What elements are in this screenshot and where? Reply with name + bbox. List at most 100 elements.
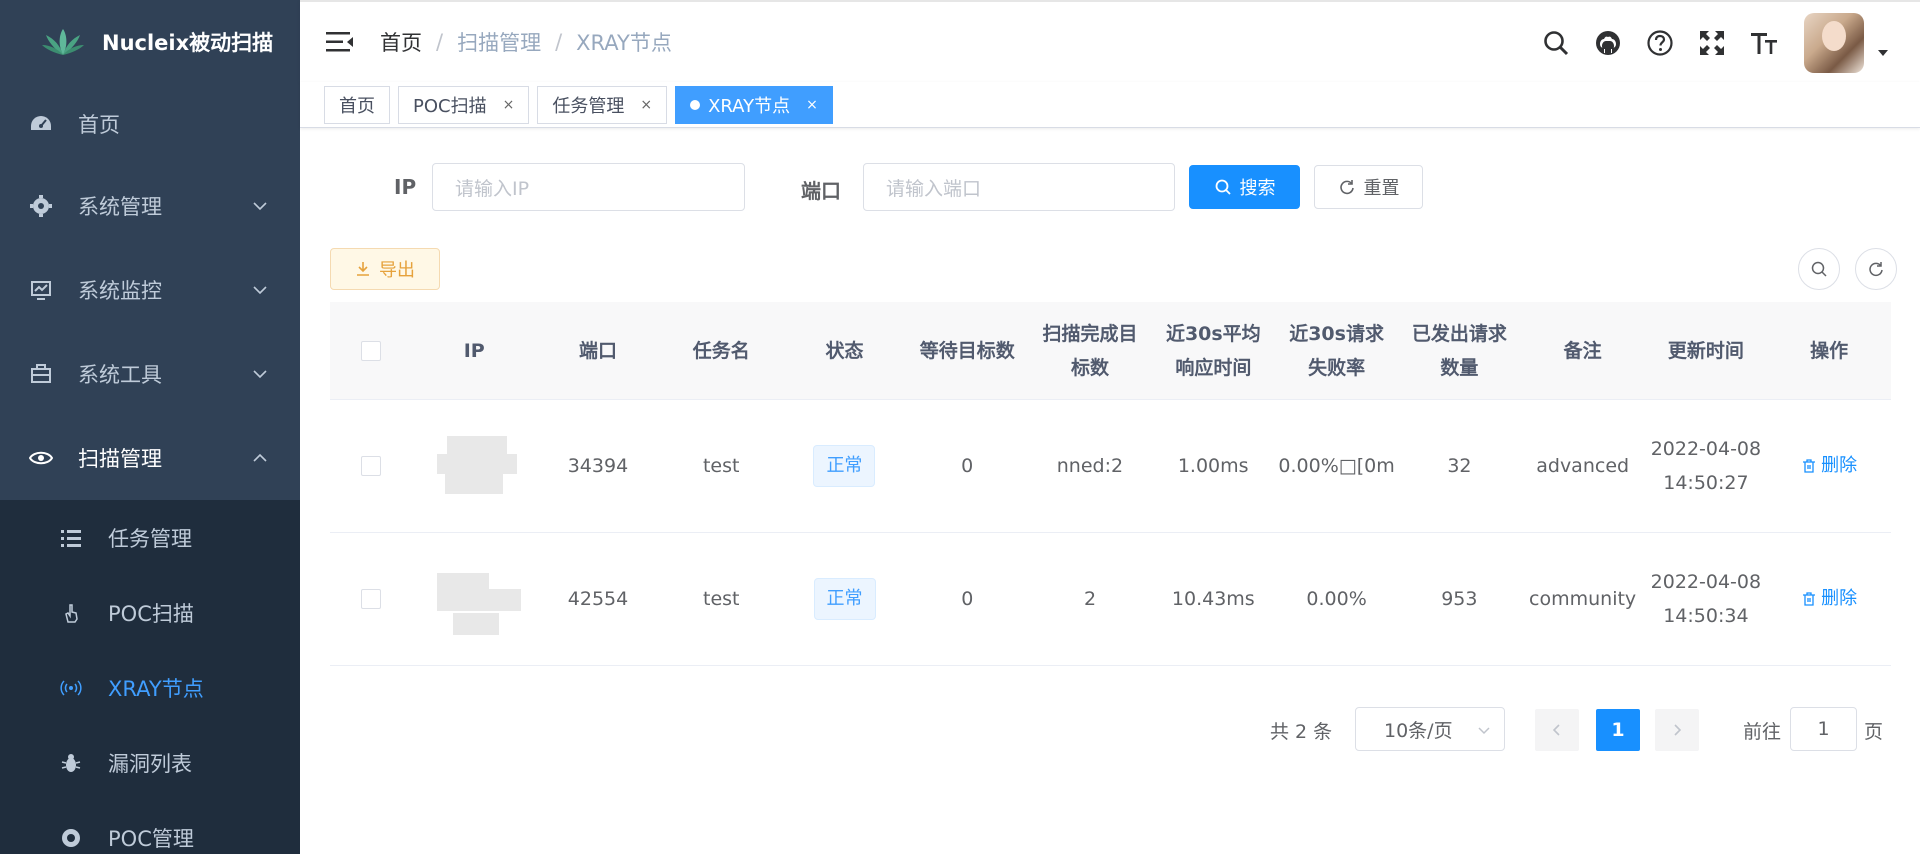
chevron-left-icon	[1552, 724, 1560, 736]
sidebar-item-task-management[interactable]: 任务管理	[0, 500, 300, 575]
monitor-icon	[28, 277, 54, 303]
pagination-total: 共 2 条	[1270, 721, 1333, 743]
tag-label: 首页	[339, 95, 375, 117]
hamburger-icon[interactable]	[326, 31, 354, 53]
header-op: 操作	[1810, 339, 1849, 362]
ip-input[interactable]: 请输入IP	[432, 163, 745, 211]
select-all-checkbox[interactable]	[360, 340, 381, 361]
row-checkbox[interactable]	[360, 589, 381, 609]
sidebar-item-label: 系统工具	[78, 363, 162, 387]
eye-icon	[28, 445, 54, 471]
rt-cell: 10.43ms	[1171, 588, 1255, 610]
row-select-cell	[330, 400, 412, 532]
active-dot-icon	[690, 99, 701, 110]
refresh-icon	[1869, 262, 1883, 277]
page-size-value: 10条/页	[1384, 719, 1453, 742]
tag-poc-scan[interactable]: POC扫描 ×	[398, 85, 530, 124]
dashboard-icon	[28, 111, 54, 137]
hand-icon	[58, 600, 84, 626]
close-icon[interactable]: ×	[640, 97, 652, 113]
close-icon[interactable]: ×	[806, 97, 818, 113]
chevron-down-icon	[253, 370, 267, 379]
search-icon	[1811, 261, 1827, 277]
header-done: 扫描完成目标数	[1042, 322, 1138, 379]
reset-button-label: 重置	[1363, 178, 1400, 199]
delete-button[interactable]: 删除	[1801, 449, 1857, 483]
redacted-ip	[427, 553, 522, 645]
sidebar-item-xray-node[interactable]: XRAY节点	[0, 650, 300, 725]
app-logo[interactable]: Nucleix被动扫描	[0, 0, 300, 84]
chevron-right-icon	[1674, 724, 1682, 736]
tag-xray-node[interactable]: XRAY节点 ×	[675, 85, 833, 124]
refresh-button[interactable]	[1855, 248, 1897, 290]
header-port: 端口	[578, 339, 617, 362]
status-cell: 正常	[783, 400, 906, 532]
row-checkbox[interactable]	[360, 456, 381, 476]
prev-page-button[interactable]	[1535, 709, 1579, 751]
sidebar-item-scan-management[interactable]: 扫描管理	[0, 416, 300, 500]
header-task: 任务名	[692, 339, 750, 362]
sidebar: Nucleix被动扫描 首页 系统管理 系统监控 系统工具 扫描管理 任务管理 …	[0, 0, 300, 854]
breadcrumb-scan-management: 扫描管理	[457, 31, 542, 55]
sidebar-item-home[interactable]: 首页	[0, 84, 300, 164]
reset-button[interactable]: 重置	[1314, 165, 1423, 209]
port-cell: 42554	[567, 588, 629, 610]
delete-button[interactable]: 删除	[1801, 582, 1857, 616]
search-icon	[1215, 179, 1231, 195]
sidebar-item-label: POC扫描	[108, 601, 194, 626]
navbar-tools	[1530, 2, 1920, 84]
sidebar-item-system-monitor[interactable]: 系统监控	[0, 248, 300, 332]
github-icon[interactable]	[1582, 17, 1634, 69]
tag-label: POC扫描	[413, 95, 487, 117]
tag-task-management[interactable]: 任务管理 ×	[537, 85, 668, 124]
refresh-icon	[1339, 180, 1354, 195]
xray-node-table: IP 端口 任务名 状态 等待目标数 扫描完成目标数 近30s平均响应时间 近3…	[330, 302, 1891, 666]
sidebar-item-system-tools[interactable]: 系统工具	[0, 332, 300, 416]
trash-icon	[1803, 592, 1816, 606]
lifebuoy-icon	[58, 825, 84, 851]
export-button-label: 导出	[379, 260, 415, 281]
tags-view: 首页 POC扫描 × 任务管理 × XRAY节点 ×	[300, 82, 1920, 128]
breadcrumb-home[interactable]: 首页	[380, 27, 422, 57]
bug-icon	[58, 750, 84, 776]
toggle-search-button[interactable]	[1798, 248, 1840, 290]
app-title: Nucleix被动扫描	[102, 31, 274, 55]
breadcrumb-separator: /	[436, 30, 444, 54]
export-button[interactable]: 导出	[330, 248, 440, 290]
close-icon[interactable]: ×	[503, 97, 515, 113]
goto-prefix: 前往	[1743, 721, 1782, 743]
scan-submenu: 任务管理 POC扫描 XRAY节点 漏洞列表 POC管理	[0, 500, 300, 854]
note-cell: community	[1529, 588, 1637, 610]
search-button[interactable]: 搜索	[1189, 165, 1300, 209]
note-cell: advanced	[1536, 455, 1630, 477]
table-header: IP 端口 任务名 状态 等待目标数 扫描完成目标数 近30s平均响应时间 近3…	[330, 302, 1891, 400]
font-size-icon[interactable]	[1738, 17, 1790, 69]
row-select-cell	[330, 533, 412, 665]
sidebar-item-system-management[interactable]: 系统管理	[0, 164, 300, 248]
search-icon[interactable]	[1530, 17, 1582, 69]
goto-page-input[interactable]: 1	[1790, 707, 1857, 751]
sidebar-item-vuln-list[interactable]: 漏洞列表	[0, 725, 300, 800]
next-page-button[interactable]	[1655, 709, 1699, 751]
sidebar-item-poc-management[interactable]: POC管理	[0, 800, 300, 854]
header-ip: IP	[463, 339, 485, 362]
rt-cell: 1.00ms	[1177, 455, 1249, 477]
fail-cell: 0.00%	[1306, 588, 1367, 610]
help-icon[interactable]	[1634, 17, 1686, 69]
sidebar-item-label: 扫描管理	[78, 447, 162, 471]
port-cell: 34394	[567, 455, 629, 477]
fullscreen-icon[interactable]	[1686, 17, 1738, 69]
search-button-label: 搜索	[1239, 178, 1276, 199]
page-number-current[interactable]: 1	[1596, 709, 1640, 751]
sidebar-item-poc-scan[interactable]: POC扫描	[0, 575, 300, 650]
user-avatar[interactable]	[1804, 13, 1864, 73]
tag-home[interactable]: 首页	[324, 85, 390, 124]
header-wait: 等待目标数	[919, 339, 1015, 362]
caret-down-icon[interactable]	[1876, 46, 1890, 60]
page-size-select[interactable]: 10条/页	[1355, 707, 1505, 751]
search-form: IP 请输入IP 端口 请输入端口 搜索 重置	[300, 163, 1920, 211]
port-input[interactable]: 请输入端口	[863, 163, 1175, 211]
done-cell: 2	[1084, 588, 1097, 610]
sidebar-item-label: 任务管理	[108, 526, 192, 551]
redacted-ip	[427, 420, 521, 512]
